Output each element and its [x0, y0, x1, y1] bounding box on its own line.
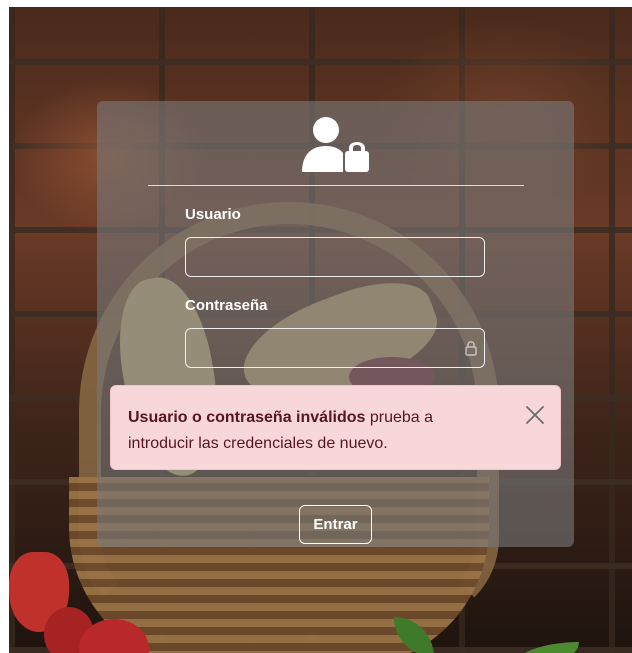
password-label: Contraseña [185, 297, 268, 314]
header-divider [148, 185, 524, 186]
user-lock-icon [302, 117, 369, 172]
alert-bold-text: Usuario o contraseña inválidos [128, 409, 366, 426]
username-label: Usuario [185, 206, 241, 223]
close-icon[interactable] [524, 404, 546, 426]
username-input[interactable] [185, 237, 485, 277]
error-alert: Usuario o contraseña inválidos prueba a … [110, 385, 561, 470]
password-input[interactable] [185, 328, 485, 368]
lock-icon [465, 341, 477, 356]
submit-button[interactable]: Entrar [299, 505, 372, 544]
